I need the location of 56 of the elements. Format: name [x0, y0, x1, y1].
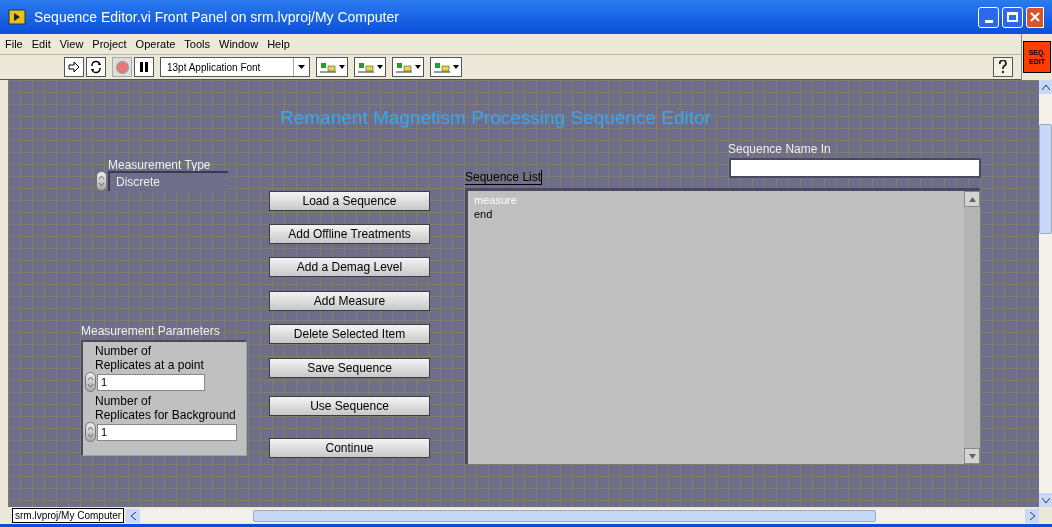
vertical-scrollbar[interactable] — [1039, 80, 1052, 507]
run-continuously-icon[interactable] — [86, 57, 106, 77]
panel-button[interactable]: Use Sequence — [269, 396, 430, 416]
menu-item[interactable]: Edit — [31, 35, 51, 53]
numeric-field[interactable]: 1 — [97, 423, 237, 441]
panel-label: Measurement Parameters — [81, 323, 220, 340]
panel-button[interactable]: Add Measure — [269, 291, 430, 311]
field-label: Number of Replicates at a point — [94, 344, 205, 372]
panel-button[interactable]: Add a Demag Level — [269, 257, 430, 277]
scroll-up-icon[interactable] — [964, 191, 980, 207]
app-icon — [8, 9, 26, 25]
scroll-down-icon[interactable] — [964, 448, 980, 464]
menu-item[interactable]: View — [59, 35, 84, 53]
sequence-name-field[interactable] — [729, 158, 981, 178]
sequence-listbox[interactable]: measure end — [465, 188, 980, 464]
scroll-right-icon[interactable] — [1025, 508, 1039, 523]
field-label: Sequence Name In — [728, 141, 831, 158]
menu-item[interactable]: Tools — [184, 35, 211, 53]
menu-item[interactable]: Help — [267, 35, 290, 53]
horizontal-scrollbar[interactable] — [126, 508, 1039, 523]
scroll-up-icon[interactable] — [1039, 80, 1052, 94]
spinner-arrows-icon[interactable] — [85, 372, 96, 392]
panel-button[interactable]: Save Sequence — [269, 358, 430, 378]
list-label: Sequence List — [465, 170, 543, 185]
panel-button[interactable]: Load a Sequence — [269, 191, 430, 211]
spinner-arrows-icon[interactable] — [96, 171, 107, 191]
caret-icon — [298, 65, 305, 69]
list-scrollbar[interactable] — [964, 191, 980, 464]
help-icon[interactable] — [993, 57, 1013, 77]
menu-item[interactable]: Project — [92, 35, 127, 53]
menu-item[interactable]: Window — [219, 35, 259, 53]
panel-button[interactable]: Add Offline Treatments — [269, 224, 430, 244]
minimize-button[interactable] — [978, 6, 999, 28]
spinner-arrows-icon[interactable] — [85, 422, 96, 442]
window-title: Sequence Editor.vi Front Panel on srm.lvproj/My Computer — [34, 7, 399, 27]
menu-item[interactable]: Operate — [135, 35, 176, 53]
scroll-down-icon[interactable] — [1039, 493, 1052, 507]
close-icon — [1030, 12, 1040, 22]
panel-heading: Remanent Magnetism Processing Sequence Editor — [280, 106, 711, 130]
scroll-thumb[interactable] — [1039, 124, 1052, 234]
close-button[interactable] — [1026, 6, 1044, 28]
panel-button[interactable]: Continue — [269, 438, 430, 458]
align-objects-icon[interactable] — [316, 57, 348, 77]
ring-control[interactable]: Discrete — [108, 171, 228, 191]
panel-button[interactable]: Delete Selected Item — [269, 324, 430, 344]
font-dropdown[interactable]: 13pt Application Font — [160, 57, 310, 77]
numeric-field[interactable]: 1 — [97, 373, 205, 391]
scroll-left-icon[interactable] — [126, 508, 141, 523]
menu-item[interactable]: File — [5, 35, 23, 53]
pause-icon[interactable] — [134, 57, 154, 77]
field-label: Measurement Type — [108, 157, 211, 174]
field-label: Number of Replicates for Background — [94, 394, 237, 422]
scroll-thumb[interactable] — [253, 509, 877, 522]
context-label: srm.lvproj/My Computer — [12, 508, 125, 523]
list-item[interactable]: end — [474, 207, 964, 221]
maximize-button[interactable] — [1002, 6, 1023, 28]
